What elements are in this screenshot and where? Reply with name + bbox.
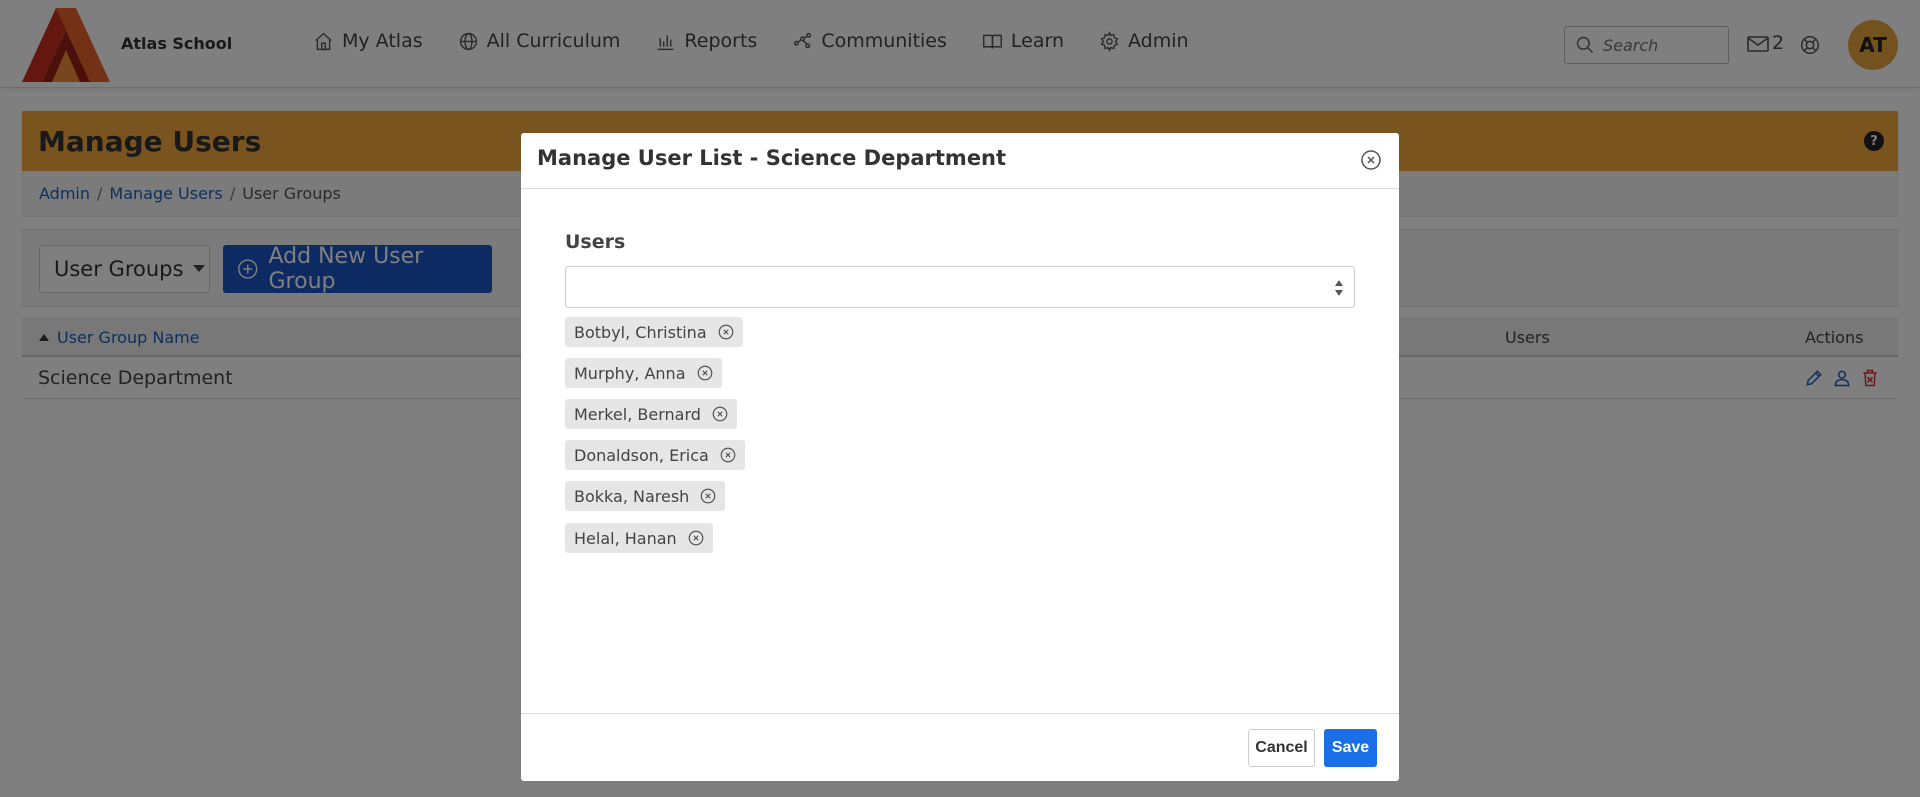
tag-label: Botbyl, Christina bbox=[574, 322, 707, 342]
modal-body: Users Botbyl, Christina Murphy, Anna Mer… bbox=[565, 231, 1355, 553]
tag-label: Merkel, Bernard bbox=[574, 404, 701, 424]
remove-tag-icon[interactable] bbox=[687, 529, 705, 547]
selected-user-tag: Bokka, Naresh bbox=[565, 481, 726, 511]
save-button[interactable]: Save bbox=[1324, 729, 1377, 767]
tag-label: Donaldson, Erica bbox=[574, 445, 709, 465]
remove-tag-icon[interactable] bbox=[696, 364, 714, 382]
close-icon[interactable] bbox=[1359, 148, 1383, 172]
modal-header: Manage User List - Science Department bbox=[521, 133, 1399, 189]
selected-user-tag: Donaldson, Erica bbox=[565, 440, 745, 470]
modal-footer: Cancel Save bbox=[521, 713, 1399, 781]
selected-user-tag: Helal, Hanan bbox=[565, 523, 713, 553]
selected-user-tag: Botbyl, Christina bbox=[565, 317, 743, 347]
manage-user-list-dialog: Manage User List - Science Department Us… bbox=[521, 133, 1399, 781]
selected-user-tag: Murphy, Anna bbox=[565, 358, 722, 388]
users-select[interactable] bbox=[565, 266, 1355, 308]
modal-title: Manage User List - Science Department bbox=[537, 146, 1007, 170]
select-arrows-icon bbox=[1335, 280, 1343, 296]
remove-tag-icon[interactable] bbox=[711, 405, 729, 423]
remove-tag-icon[interactable] bbox=[717, 323, 735, 341]
tag-label: Helal, Hanan bbox=[574, 528, 677, 548]
tag-label: Bokka, Naresh bbox=[574, 486, 690, 506]
remove-tag-icon[interactable] bbox=[699, 487, 717, 505]
selected-user-tag: Merkel, Bernard bbox=[565, 399, 737, 429]
remove-tag-icon[interactable] bbox=[719, 446, 737, 464]
cancel-button[interactable]: Cancel bbox=[1248, 729, 1315, 767]
users-field-label: Users bbox=[565, 231, 626, 253]
tag-label: Murphy, Anna bbox=[574, 363, 686, 383]
